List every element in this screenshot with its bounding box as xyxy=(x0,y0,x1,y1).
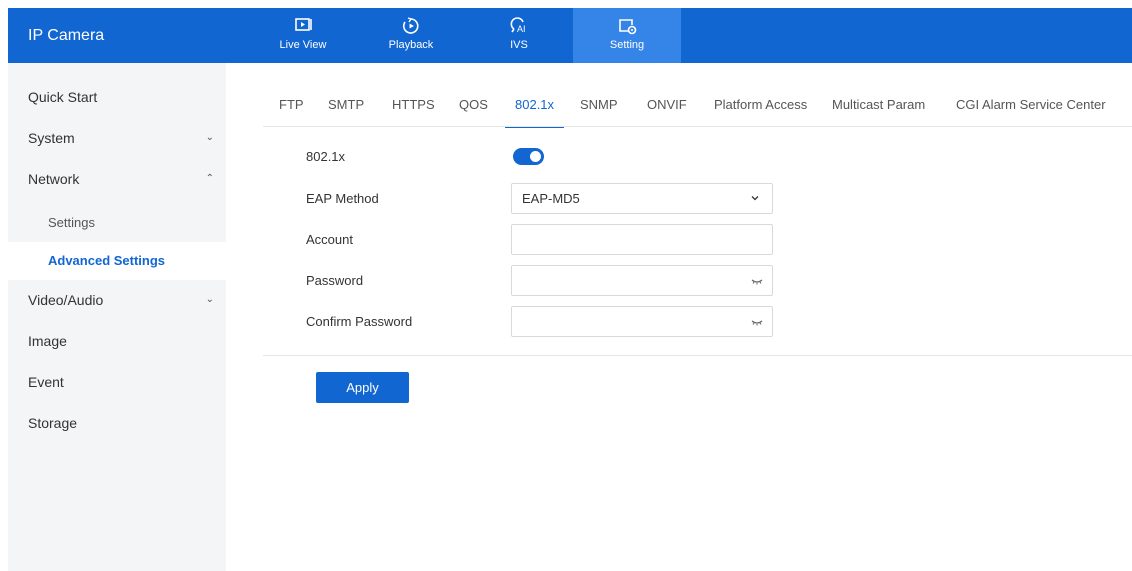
chevron-down-icon: ⌄ xyxy=(205,294,214,305)
sidebar-item-image[interactable]: Image xyxy=(8,321,226,361)
sidebar: Quick Start System ⌄ Network ⌃ Settings … xyxy=(8,63,226,571)
tab-https[interactable]: HTTPS xyxy=(392,88,435,128)
enable-8021x-toggle[interactable] xyxy=(513,148,544,165)
sidebar-item-label: Settings xyxy=(48,215,95,230)
chevron-down-icon: ⌄ xyxy=(205,132,214,143)
eap-method-value: EAP-MD5 xyxy=(522,191,580,206)
svg-text:AI: AI xyxy=(517,24,526,34)
password-label: Password xyxy=(306,273,364,288)
form-divider xyxy=(263,355,1132,356)
sidebar-item-label: Event xyxy=(28,374,64,390)
sidebar-item-settings[interactable]: Settings xyxy=(8,204,226,242)
tab-cgi-alarm-service-center[interactable]: CGI Alarm Service Center xyxy=(956,88,1106,128)
account-label: Account xyxy=(306,232,353,247)
tab-live-view[interactable]: Live View xyxy=(249,8,357,63)
sidebar-item-label: Storage xyxy=(28,415,78,431)
password-input[interactable] xyxy=(512,266,772,295)
confirm-password-field[interactable] xyxy=(511,306,773,337)
password-field[interactable] xyxy=(511,265,773,296)
top-bar: IP Camera Live View Playback AI IVS Sett… xyxy=(8,8,1132,63)
tab-label: IVS xyxy=(510,39,528,51)
tab-onvif[interactable]: ONVIF xyxy=(647,88,687,128)
tab-ftp[interactable]: FTP xyxy=(279,88,304,128)
account-field[interactable] xyxy=(511,224,773,255)
sidebar-item-video-audio[interactable]: Video/Audio ⌄ xyxy=(8,280,226,320)
tab-qos[interactable]: QOS xyxy=(459,88,488,128)
sidebar-item-event[interactable]: Event xyxy=(8,362,226,402)
account-input[interactable] xyxy=(512,225,772,254)
tab-multicast-param[interactable]: Multicast Param xyxy=(832,88,925,128)
app-title: IP Camera xyxy=(28,27,105,44)
sidebar-item-label: Advanced Settings xyxy=(48,253,166,268)
tab-platform-access[interactable]: Platform Access xyxy=(714,88,807,128)
chevron-up-icon: ⌃ xyxy=(205,173,214,184)
tab-setting[interactable]: Setting xyxy=(573,8,681,63)
sidebar-item-label: System xyxy=(28,130,75,146)
enable-8021x-label: 802.1x xyxy=(306,149,346,164)
sidebar-item-label: Video/Audio xyxy=(28,292,104,308)
tab-playback[interactable]: Playback xyxy=(357,8,465,63)
eye-closed-icon[interactable] xyxy=(750,274,764,288)
tab-label: Setting xyxy=(609,39,645,51)
tab-label: Live View xyxy=(279,39,327,51)
playback-icon xyxy=(402,17,419,34)
sidebar-item-quick-start[interactable]: Quick Start xyxy=(8,77,226,117)
ivs-ai-icon: AI xyxy=(510,17,526,34)
sidebar-item-network[interactable]: Network ⌃ xyxy=(8,159,226,199)
toggle-knob xyxy=(530,151,541,162)
sidebar-item-advanced-settings[interactable]: Advanced Settings xyxy=(8,242,226,280)
sidebar-item-storage[interactable]: Storage xyxy=(8,403,226,443)
tab-ivs[interactable]: AI IVS xyxy=(465,8,573,63)
sidebar-item-system[interactable]: System ⌄ xyxy=(8,118,226,158)
tab-snmp[interactable]: SNMP xyxy=(580,88,618,128)
tab-8021x[interactable]: 802.1x xyxy=(504,88,565,128)
sidebar-item-label: Network xyxy=(28,171,80,187)
confirm-password-input[interactable] xyxy=(512,307,772,336)
live-view-icon xyxy=(295,18,312,31)
tab-smtp[interactable]: SMTP xyxy=(328,88,364,128)
chevron-down-icon xyxy=(751,196,759,201)
sidebar-item-label: Image xyxy=(28,333,67,349)
confirm-password-label: Confirm Password xyxy=(306,314,413,329)
apply-button[interactable]: Apply xyxy=(316,372,409,403)
eap-method-label: EAP Method xyxy=(306,191,379,206)
setting-icon xyxy=(619,19,637,35)
sidebar-item-label: Quick Start xyxy=(28,89,98,105)
eye-closed-icon[interactable] xyxy=(750,315,764,329)
tab-label: Playback xyxy=(388,39,434,51)
eap-method-select[interactable]: EAP-MD5 xyxy=(511,183,773,214)
tabs-divider xyxy=(263,126,1132,127)
